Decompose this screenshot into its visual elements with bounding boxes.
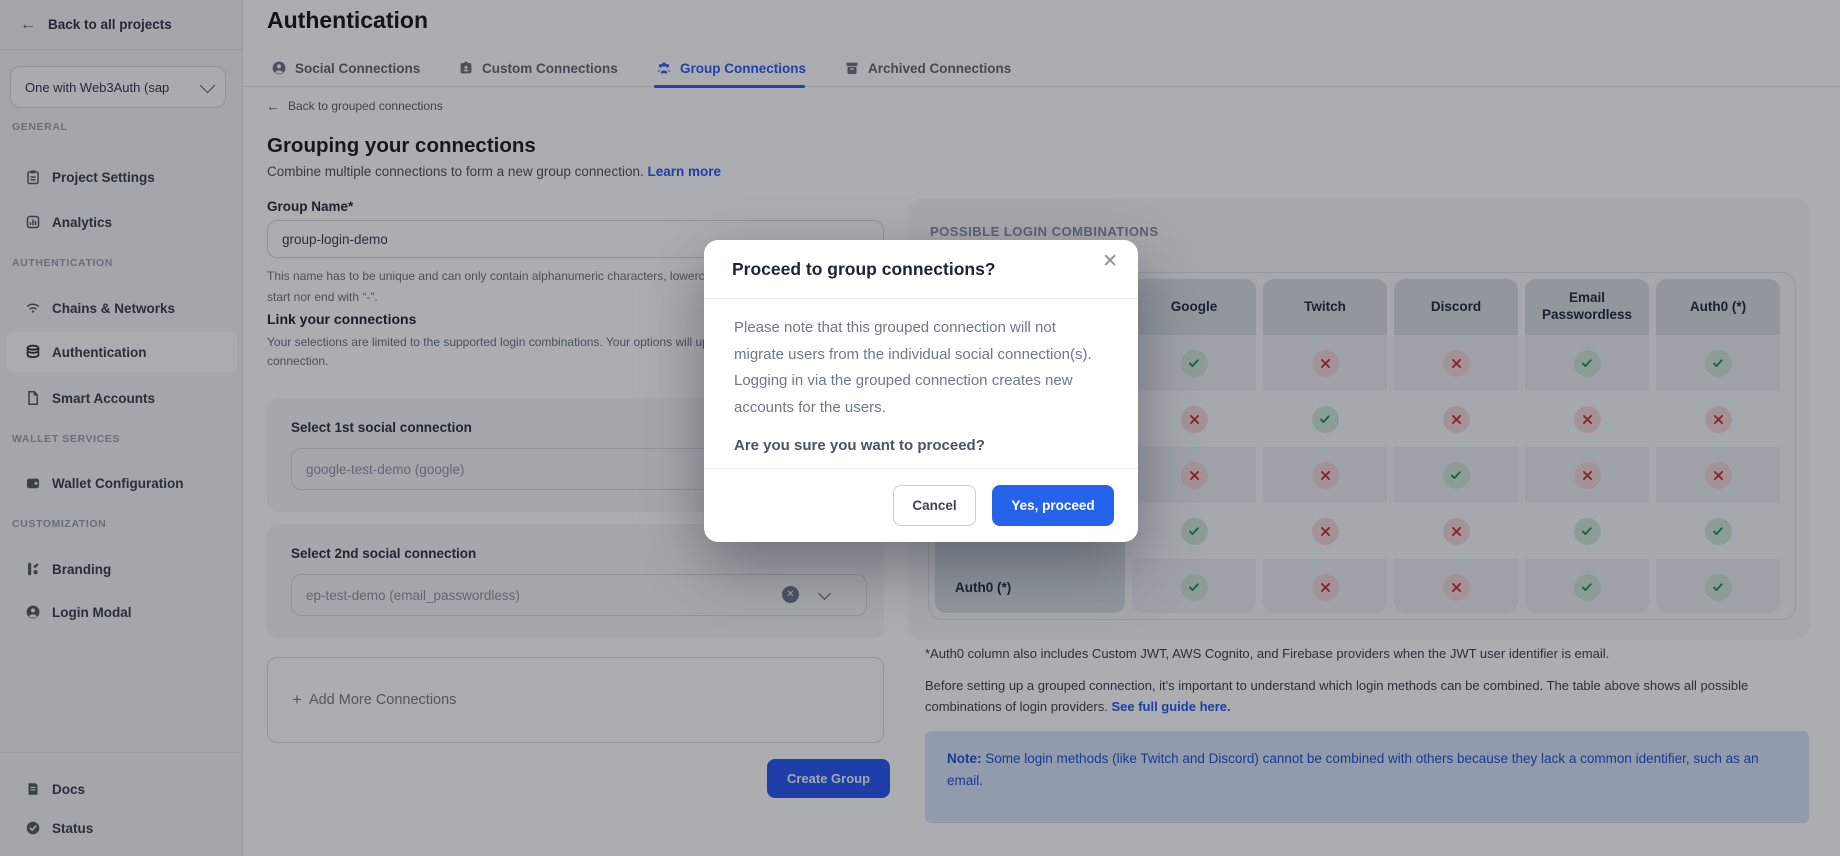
modal-question: Are you sure you want to proceed? bbox=[734, 437, 1108, 454]
modal-title: Proceed to group connections? bbox=[732, 259, 996, 280]
modal-header: Proceed to group connections? bbox=[704, 240, 1138, 299]
close-icon[interactable]: ✕ bbox=[1102, 252, 1118, 271]
modal-body-text: Please note that this grouped connection… bbox=[734, 315, 1108, 422]
yes-proceed-button[interactable]: Yes, proceed bbox=[992, 485, 1114, 526]
app-root: ← Back to all projects One with Web3Auth… bbox=[0, 0, 1840, 856]
modal-body: Please note that this grouped connection… bbox=[704, 299, 1138, 468]
cancel-button[interactable]: Cancel bbox=[893, 485, 976, 526]
proceed-modal: Proceed to group connections? ✕ Please n… bbox=[704, 240, 1138, 542]
modal-footer: Cancel Yes, proceed bbox=[704, 468, 1138, 542]
